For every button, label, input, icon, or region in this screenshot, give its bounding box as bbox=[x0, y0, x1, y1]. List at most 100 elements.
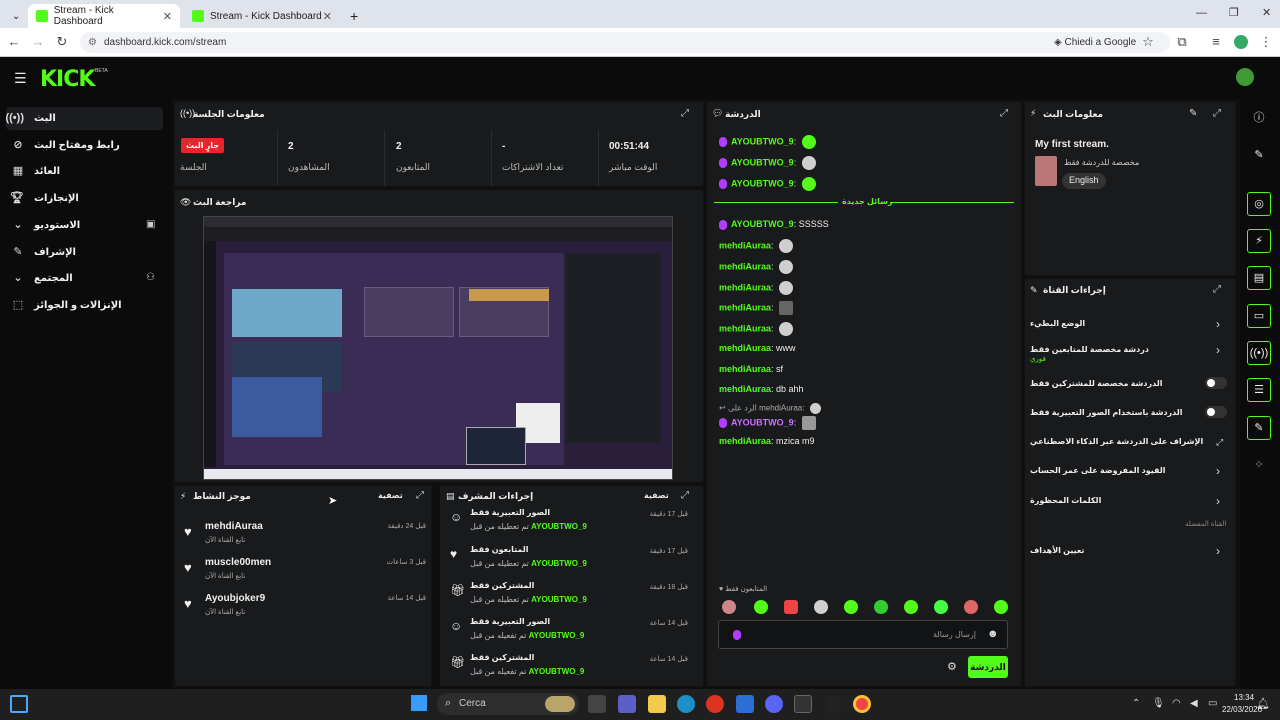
expand-icon[interactable]: ⤢ bbox=[416, 490, 424, 501]
task-view-icon[interactable] bbox=[588, 695, 606, 713]
reading-list-icon[interactable]: ≡ bbox=[1208, 34, 1224, 49]
mod-action-user[interactable]: AYOUBTWO_9 bbox=[531, 595, 587, 604]
edit-pencil-icon[interactable]: ✎ bbox=[1247, 143, 1271, 167]
forward-arrow-icon[interactable]: → bbox=[30, 34, 46, 49]
emote-icon[interactable] bbox=[844, 600, 858, 614]
sidebar-item-stream[interactable]: ((•)) البث bbox=[5, 107, 163, 130]
discord-icon[interactable] bbox=[765, 695, 783, 713]
followers-only-row[interactable]: دردشة مخصصة للمتابعين فقط فوري › bbox=[1030, 343, 1230, 363]
filter-button[interactable]: تصفية bbox=[644, 491, 669, 500]
expand-icon[interactable]: ⤢ bbox=[1000, 108, 1008, 119]
mod-action-user[interactable]: AYOUBTWO_9 bbox=[529, 631, 585, 640]
reload-icon[interactable]: ↻ bbox=[54, 34, 70, 50]
battery-icon[interactable]: ▭ bbox=[1208, 698, 1217, 709]
chat-username[interactable]: mehdiAuraa bbox=[719, 384, 771, 394]
camera-icon[interactable]: ◎ bbox=[1247, 192, 1271, 216]
expand-icon[interactable]: ⤢ bbox=[1213, 108, 1221, 119]
chat-username[interactable]: mehdiAuraa bbox=[719, 282, 771, 292]
microphone-icon[interactable]: 🎙︎ bbox=[1152, 698, 1165, 709]
emotes-only-toggle[interactable] bbox=[1205, 406, 1227, 418]
wrench-icon[interactable]: ✎ bbox=[1247, 416, 1271, 440]
info-icon[interactable]: ⓘ bbox=[1247, 106, 1271, 130]
profile-avatar[interactable] bbox=[1234, 35, 1248, 49]
clock-time[interactable]: 13:34 bbox=[1234, 693, 1254, 702]
hamburger-menu-icon[interactable]: ☰ bbox=[14, 70, 27, 87]
chat-username[interactable]: AYOUBTWO_9 bbox=[731, 417, 794, 427]
emote-icon[interactable] bbox=[964, 600, 978, 614]
tray-chevron-icon[interactable]: ⌃ bbox=[1132, 698, 1140, 709]
layout-icon[interactable]: ⁘ bbox=[1247, 453, 1271, 477]
tab-list-button[interactable]: ⌄ bbox=[4, 4, 30, 28]
stream-preview-video[interactable] bbox=[203, 216, 673, 480]
close-icon[interactable]: ✕ bbox=[323, 10, 332, 23]
taskbar-search[interactable]: ⌕ Cerca bbox=[437, 693, 579, 715]
banned-words-row[interactable]: الكلمات المحظورة › bbox=[1030, 494, 1230, 512]
opera-icon[interactable] bbox=[706, 695, 724, 713]
ai-moderation-row[interactable]: الإشراف على الدردشة عبر الذكاء الاصطناعي… bbox=[1030, 435, 1230, 453]
browser-tab-1[interactable]: Stream - Kick Dashboard ✕ bbox=[28, 4, 180, 28]
new-tab-button[interactable]: + bbox=[342, 4, 364, 28]
emote-icon[interactable] bbox=[754, 600, 768, 614]
wifi-icon[interactable]: ◠ bbox=[1172, 698, 1181, 709]
mod-action-user[interactable]: AYOUBTWO_9 bbox=[531, 559, 587, 568]
activity-username[interactable]: muscle00men bbox=[205, 557, 271, 568]
extensions-icon[interactable]: ⧉ bbox=[1174, 34, 1190, 50]
menu-dots-icon[interactable]: ⋮ bbox=[1258, 34, 1274, 50]
emoji-picker-icon[interactable]: ☻ bbox=[987, 628, 999, 640]
settings-gear-icon[interactable]: ⚙ bbox=[947, 660, 957, 673]
kick-logo[interactable]: KICK bbox=[40, 67, 95, 92]
close-window-icon[interactable]: ✕ bbox=[1262, 6, 1271, 19]
expand-icon[interactable]: ⤢ bbox=[1213, 284, 1221, 295]
activity-username[interactable]: mehdiAuraa bbox=[205, 521, 263, 532]
chat-username[interactable]: mehdiAuraa bbox=[719, 240, 771, 250]
browser-tab-2[interactable]: Stream - Kick Dashboard ✕ bbox=[184, 4, 340, 28]
sidebar-item-studio[interactable]: ⌄ الاستوديو ▣ bbox=[6, 214, 163, 237]
obs-icon[interactable] bbox=[824, 695, 842, 713]
emote-icon[interactable] bbox=[904, 600, 918, 614]
chat-username[interactable]: mehdiAuraa bbox=[719, 323, 771, 333]
chat-username[interactable]: mehdiAuraa bbox=[719, 261, 771, 271]
chat-input[interactable]: إرسال رسالة ☻ bbox=[718, 620, 1008, 649]
account-age-row[interactable]: القيود المفروضة على عمر الحساب › bbox=[1030, 464, 1230, 482]
emote-icon[interactable] bbox=[934, 600, 948, 614]
volume-icon[interactable]: ◀ bbox=[1190, 698, 1198, 709]
sidebar-item-community[interactable]: ⌄ المجتمع ⚇ bbox=[6, 267, 163, 290]
set-goals-row[interactable]: تعيين الأهداف › bbox=[1030, 544, 1230, 562]
chat-username[interactable]: mehdiAuraa bbox=[719, 302, 771, 312]
activity-username[interactable]: Ayoubjoker9 bbox=[205, 593, 265, 604]
sidebar-item-drops[interactable]: ⬚ الإنزالات و الجوائز bbox=[6, 294, 163, 317]
mod-action-user[interactable]: AYOUBTWO_9 bbox=[531, 522, 587, 531]
bookmark-star-icon[interactable]: ☆ bbox=[1140, 34, 1156, 50]
list-icon[interactable]: ☰ bbox=[1247, 378, 1271, 402]
emote-icon[interactable] bbox=[994, 600, 1008, 614]
sidebar-item-moderation[interactable]: ✎ الإشراف bbox=[6, 241, 163, 264]
sidebar-item-stream-key[interactable]: ⊘ رابط ومفتاح البث bbox=[6, 134, 163, 157]
chat-username[interactable]: AYOUBTWO_9 bbox=[731, 219, 794, 229]
minimize-icon[interactable]: — bbox=[1196, 7, 1207, 19]
document-icon[interactable]: ▤ bbox=[1247, 266, 1271, 290]
chat-bubble-icon[interactable]: ▭ bbox=[1247, 304, 1271, 328]
chat-username[interactable]: mehdiAuraa bbox=[719, 436, 771, 446]
site-info-icon[interactable]: ⚙ bbox=[88, 32, 97, 53]
user-avatar[interactable] bbox=[1236, 68, 1254, 86]
close-icon[interactable]: ✕ bbox=[163, 10, 172, 23]
emote-icon[interactable] bbox=[814, 600, 828, 614]
teams-icon[interactable] bbox=[618, 695, 636, 713]
notification-bell-icon[interactable]: 🔔︎ bbox=[1256, 697, 1270, 710]
mod-action-user[interactable]: AYOUBTWO_9 bbox=[529, 667, 585, 676]
slow-mode-row[interactable]: الوضع البطيء › bbox=[1030, 317, 1230, 335]
emote-icon[interactable] bbox=[784, 600, 798, 614]
edit-pencil-icon[interactable]: ✎ bbox=[1189, 108, 1197, 119]
chrome-icon[interactable] bbox=[853, 695, 871, 713]
expand-icon[interactable]: ⤢ bbox=[681, 108, 689, 119]
filter-button[interactable]: تصفية bbox=[378, 491, 403, 500]
expand-icon[interactable]: ⤢ bbox=[681, 490, 689, 501]
mod-actions-list[interactable]: ☺ الصور التعبيرية فقط تم تعطيله من قبل A… bbox=[440, 506, 702, 684]
windows-start-icon[interactable] bbox=[411, 695, 427, 711]
chat-username[interactable]: mehdiAuraa bbox=[719, 364, 771, 374]
chat-username[interactable]: AYOUBTWO_9 bbox=[731, 157, 794, 167]
url-field[interactable]: ⚙ dashboard.kick.com/stream bbox=[80, 32, 1170, 53]
broadcast-icon[interactable]: ((•)) bbox=[1247, 341, 1271, 365]
ask-google-button[interactable]: ◈ Chiedi a Google bbox=[1048, 33, 1142, 52]
sidebar-item-achievements[interactable]: 🏆︎ الإنجازات bbox=[6, 187, 163, 210]
